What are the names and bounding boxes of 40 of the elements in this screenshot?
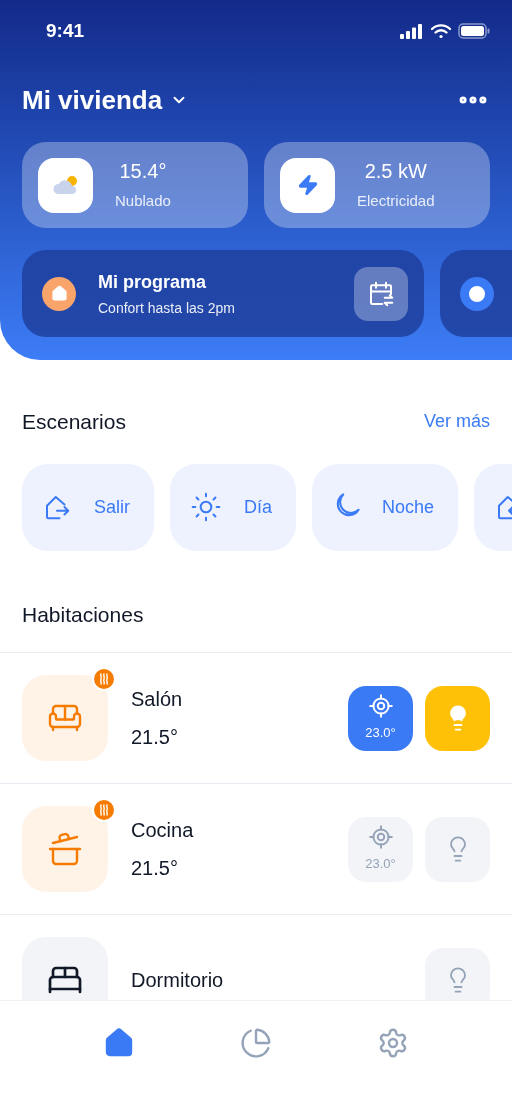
- target-icon: [367, 824, 394, 851]
- program-title: Mi programa: [98, 270, 208, 294]
- section-title: Escenarios: [22, 409, 126, 435]
- wifi-icon: [430, 23, 452, 39]
- sun-icon: [190, 491, 222, 523]
- stat-card[interactable]: 2.5 kW Electricidad: [264, 142, 490, 228]
- signal-icon: [400, 23, 424, 39]
- pot-icon: [47, 831, 83, 867]
- status-time: 9:41: [46, 18, 85, 43]
- room-temperature: 21.5°: [131, 856, 179, 881]
- heating-badge: [92, 667, 116, 691]
- thermostat-button[interactable]: 23.0°: [348, 816, 413, 882]
- stat-value: 15.4°: [119, 158, 167, 184]
- room-name: Dormitorio: [131, 968, 225, 993]
- battery-icon: [458, 23, 490, 39]
- target-icon: [367, 693, 394, 720]
- lightning-icon: [296, 174, 319, 196]
- stat-label: Nublado: [115, 190, 171, 211]
- room-name: Cocina: [131, 818, 195, 843]
- see-more-link[interactable]: Ver más: [423, 408, 490, 436]
- room-row[interactable]: Salón 21.5° 23.0°: [0, 653, 512, 784]
- stat-value: 2.5 kW: [364, 158, 427, 184]
- stat-card[interactable]: 15.4° Nublado: [22, 142, 248, 228]
- home-selector[interactable]: Mi vivienda: [22, 80, 189, 120]
- scene-button[interactable]: Noche: [312, 463, 459, 551]
- room-temperature: 21.5°: [131, 725, 179, 750]
- heating-badge: [92, 798, 116, 822]
- scene-button[interactable]: Día: [170, 463, 297, 551]
- program-card[interactable]: Mi programa Confort hasta las 2pm: [22, 250, 424, 337]
- light-button[interactable]: [425, 947, 490, 1000]
- home-badge-icon: [42, 276, 76, 311]
- room-row[interactable]: Cocina 21.5° 23.0°: [0, 784, 512, 915]
- scene-button[interactable]: Salir: [22, 463, 154, 551]
- schedule-button[interactable]: [354, 266, 408, 321]
- thermostat-button[interactable]: 23.0°: [348, 685, 413, 751]
- section-title: Habitaciones: [21, 601, 145, 628]
- cloud-sun-icon: [51, 174, 80, 196]
- room-name: Salón: [131, 687, 184, 712]
- program-subtitle: Confort hasta las 2pm: [98, 298, 236, 318]
- stat-label: Electricidad: [357, 190, 435, 211]
